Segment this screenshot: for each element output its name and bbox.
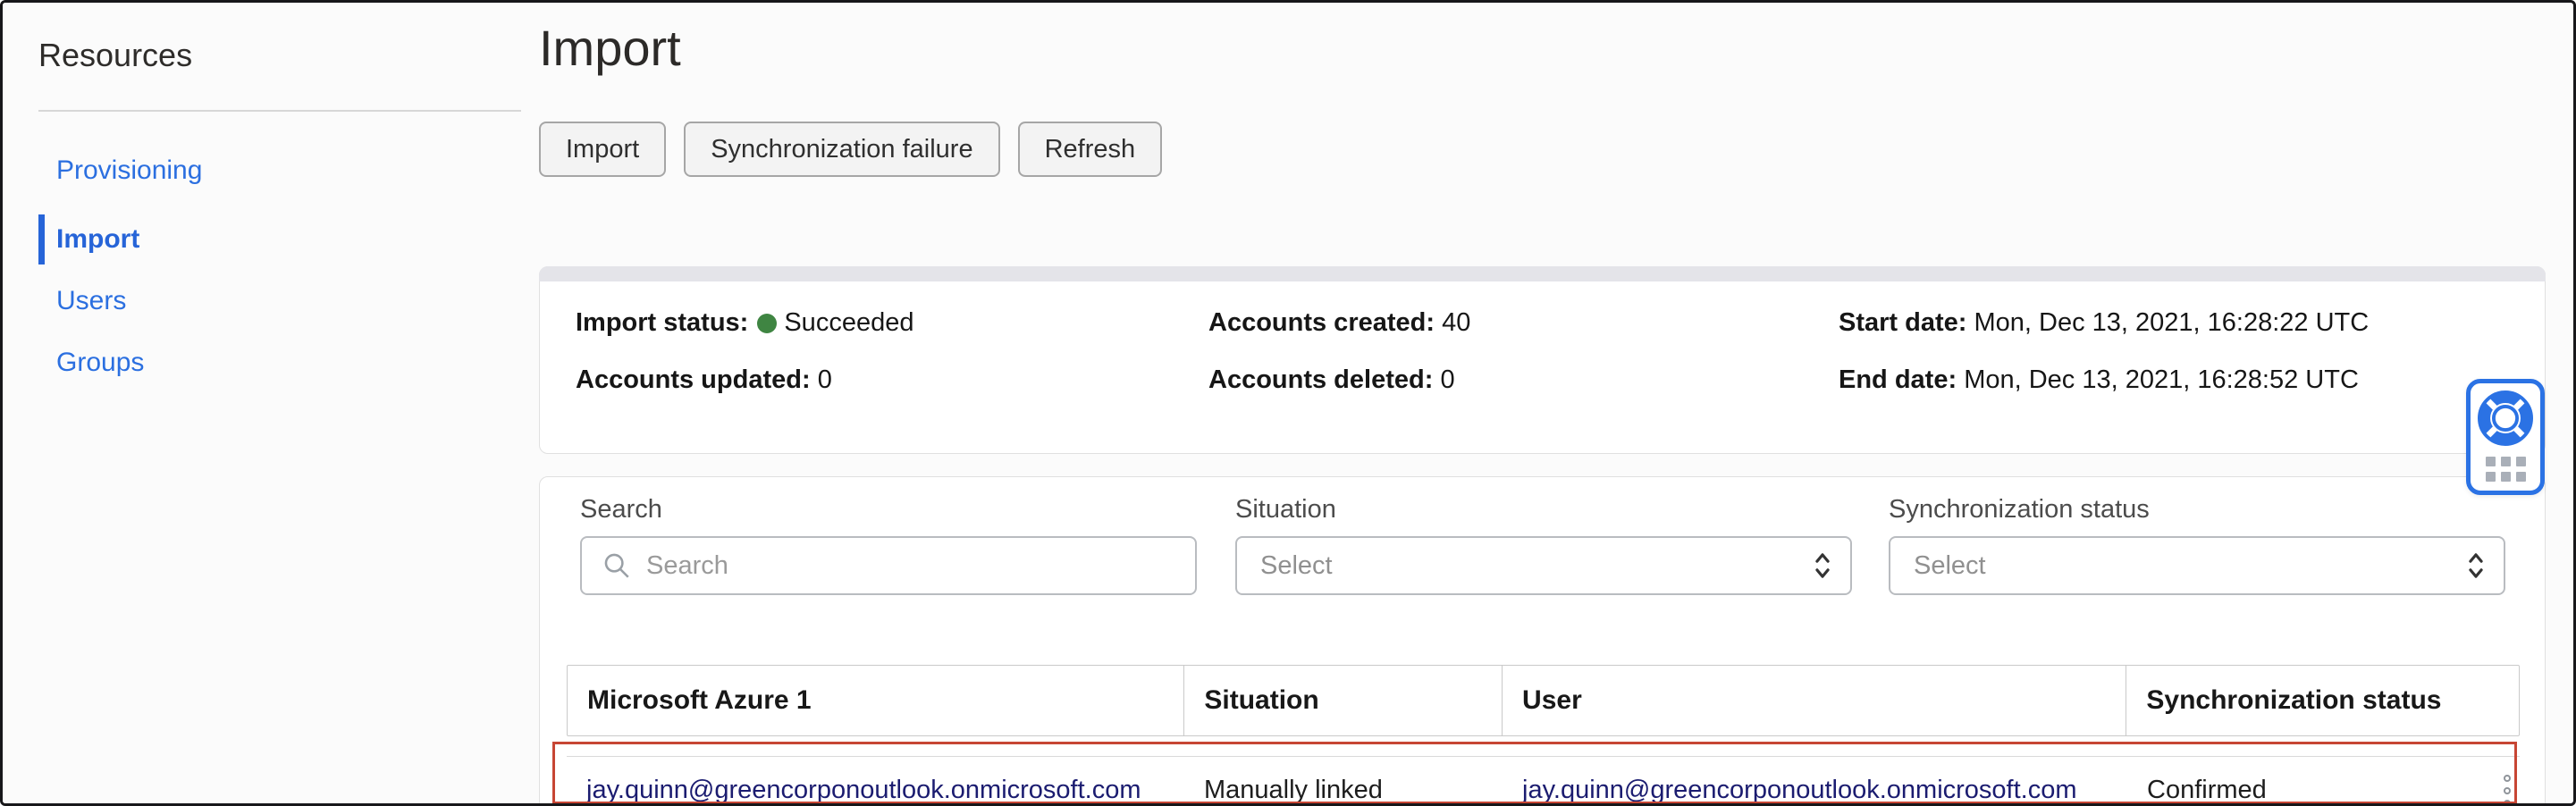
import-button[interactable]: Import xyxy=(539,122,666,177)
situation-label: Situation xyxy=(1235,495,1336,525)
status-card: Import status: Succeeded Accounts created… xyxy=(539,266,2546,454)
accounts-deleted-label: Accounts deleted: xyxy=(1208,365,1433,394)
drag-handle-grid-icon[interactable] xyxy=(2486,457,2526,482)
accounts-created-value: 40 xyxy=(1442,308,1470,337)
synchronization-status-select[interactable]: Select xyxy=(1889,536,2505,595)
sidebar: Resources Provisioning Import Users Grou… xyxy=(3,3,521,803)
start-date-field: Start date: Mon, Dec 13, 2021, 16:28:22 … xyxy=(1839,308,2369,338)
accounts-deleted-field: Accounts deleted: 0 xyxy=(1208,365,1455,395)
sidebar-divider xyxy=(38,110,521,112)
lifebuoy-icon xyxy=(2478,390,2533,450)
user-account-link[interactable]: jay.quinn@greencorponoutlook.onmicrosoft… xyxy=(1522,776,2077,805)
import-status-field: Import status: Succeeded xyxy=(576,308,913,338)
accounts-created-field: Accounts created: 40 xyxy=(1208,308,1470,338)
start-date-label: Start date: xyxy=(1839,308,1966,337)
synchronization-failure-button[interactable]: Synchronization failure xyxy=(684,122,999,177)
sidebar-item-provisioning[interactable]: Provisioning xyxy=(3,146,202,196)
sidebar-item-users[interactable]: Users xyxy=(3,276,126,326)
status-card-header-strip xyxy=(539,266,2546,281)
accounts-updated-label: Accounts updated: xyxy=(576,365,811,394)
search-label: Search xyxy=(580,495,662,525)
sidebar-title: Resources xyxy=(38,37,192,74)
search-field[interactable] xyxy=(580,536,1197,595)
end-date-label: End date: xyxy=(1839,365,1957,394)
synchronization-status-cell: Confirmed xyxy=(2147,776,2267,805)
sidebar-item-groups[interactable]: Groups xyxy=(3,338,144,388)
column-header-user: User xyxy=(1503,666,2126,735)
end-date-field: End date: Mon, Dec 13, 2021, 16:28:52 UT… xyxy=(1839,365,2359,395)
accounts-updated-value: 0 xyxy=(818,365,832,394)
screen: Resources Provisioning Import Users Grou… xyxy=(0,0,2576,806)
start-date-value: Mon, Dec 13, 2021, 16:28:22 UTC xyxy=(1974,308,2369,337)
status-dot-icon xyxy=(757,314,777,333)
column-header-situation: Situation xyxy=(1184,666,1503,735)
chevron-up-down-icon xyxy=(1809,550,1836,581)
synchronization-status-label: Synchronization status xyxy=(1889,495,2150,525)
import-results-table: Microsoft Azure 1 Situation User Synchro… xyxy=(567,665,2520,806)
situation-cell: Manually linked xyxy=(1204,776,1383,805)
accounts-updated-field: Accounts updated: 0 xyxy=(576,365,832,395)
sidebar-item-import[interactable]: Import xyxy=(3,214,139,264)
search-icon xyxy=(602,550,632,581)
accounts-created-label: Accounts created: xyxy=(1208,308,1435,337)
import-status-label: Import status: xyxy=(576,308,748,337)
table-header-row: Microsoft Azure 1 Situation User Synchro… xyxy=(567,665,2520,736)
filter-table-card: Search Situation Select Synchronization … xyxy=(539,476,2546,806)
row-menu-kebab-icon[interactable] xyxy=(2500,771,2514,806)
accounts-deleted-value: 0 xyxy=(1440,365,1454,394)
end-date-value: Mon, Dec 13, 2021, 16:28:52 UTC xyxy=(1964,365,2359,394)
azure-account-link[interactable]: jay.quinn@greencorponoutlook.onmicrosoft… xyxy=(586,776,1141,805)
situation-select[interactable]: Select xyxy=(1235,536,1852,595)
toolbar: Import Synchronization failure Refresh xyxy=(539,122,1162,177)
import-status-value: Succeeded xyxy=(784,308,913,337)
page-title: Import xyxy=(539,19,681,77)
synchronization-status-select-value: Select xyxy=(1914,551,1986,581)
situation-select-value: Select xyxy=(1260,551,1333,581)
search-input[interactable] xyxy=(644,550,1195,582)
table-row: jay.quinn@greencorponoutlook.onmicrosoft… xyxy=(567,756,2520,806)
column-header-microsoft-azure-1: Microsoft Azure 1 xyxy=(568,666,1184,735)
refresh-button[interactable]: Refresh xyxy=(1018,122,1163,177)
chevron-up-down-icon xyxy=(2462,550,2489,581)
column-header-synchronization-status: Synchronization status xyxy=(2126,666,2519,735)
help-widget[interactable] xyxy=(2466,379,2545,495)
